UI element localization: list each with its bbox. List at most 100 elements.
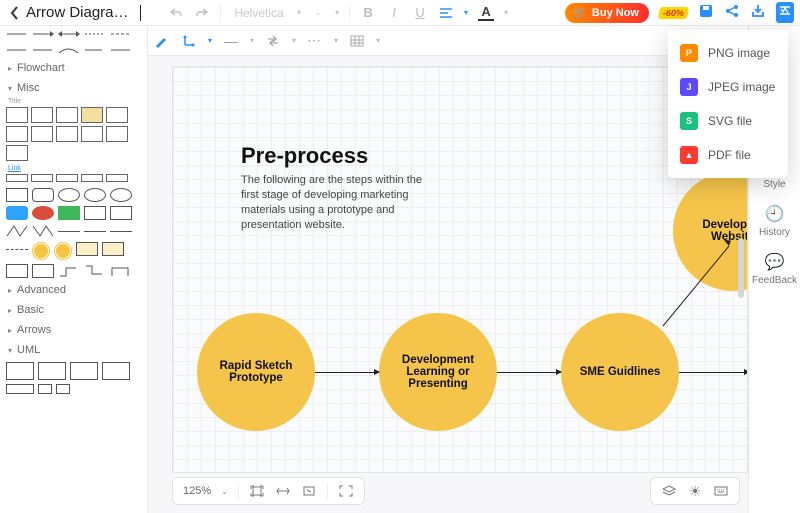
chevron-down-icon: ▾ <box>335 8 339 17</box>
theme-button[interactable]: ☀ <box>687 483 703 499</box>
export-label: PDF file <box>708 148 751 162</box>
format-toolbar: Helvetica ▾ - ▾ B I U ▾ A ▾ <box>168 5 508 21</box>
cart-icon: 🛒 <box>573 6 587 19</box>
connector[interactable] <box>497 372 561 373</box>
export-label: SVG file <box>708 114 752 128</box>
align-button[interactable] <box>438 5 454 21</box>
history-label: History <box>759 227 790 238</box>
snap-tool[interactable] <box>180 32 198 50</box>
node-label: SME Guidlines <box>580 366 661 378</box>
zoom-toolbar: 125% ⌄ <box>172 477 365 505</box>
connector-diagonal[interactable] <box>663 240 735 326</box>
shape-thumbnails[interactable] <box>0 186 147 280</box>
export-menu: P PNG image J JPEG image S SVG file ▲ PD… <box>668 30 788 178</box>
fit-page-button[interactable] <box>249 483 265 499</box>
table-tool[interactable] <box>348 32 366 50</box>
line-style-tool[interactable]: ― <box>222 32 240 50</box>
font-family-select[interactable]: Helvetica <box>231 6 287 20</box>
misc-thumbnails-2[interactable] <box>0 172 147 186</box>
export-button[interactable] <box>750 3 766 23</box>
chat-icon: 💬 <box>765 252 785 272</box>
export-jpeg[interactable]: J JPEG image <box>668 70 788 104</box>
section-basic[interactable]: ▸Basic <box>0 300 147 320</box>
fit-width-button[interactable] <box>275 483 291 499</box>
node-sme-guidelines[interactable]: SME Guidlines <box>561 313 679 431</box>
title-caret-icon <box>140 5 141 21</box>
canvas[interactable]: Pre-process The following are the steps … <box>172 66 748 473</box>
export-pdf[interactable]: ▲ PDF file <box>668 138 788 172</box>
chevron-down-icon: ▾ <box>376 36 380 45</box>
node-rapid-sketch[interactable]: Rapid Sketch Prototype <box>197 313 315 431</box>
document-title[interactable]: Arrow Diagramm <box>26 4 136 21</box>
section-arrows[interactable]: ▸Arrows <box>0 320 147 340</box>
redo-button[interactable] <box>194 5 210 21</box>
png-icon: P <box>680 44 698 62</box>
view-toolbar: ☀ <box>650 477 740 505</box>
zoom-level[interactable]: 125% <box>183 485 211 497</box>
section-label: Advanced <box>17 284 66 296</box>
section-label: Arrows <box>17 324 51 336</box>
connector[interactable] <box>315 372 379 373</box>
underline-button[interactable]: U <box>412 5 428 21</box>
undo-button[interactable] <box>168 5 184 21</box>
section-flowchart[interactable]: ▸ Flowchart <box>0 58 147 78</box>
chevron-down-icon: ⌄ <box>221 487 228 496</box>
export-svg[interactable]: S SVG file <box>668 104 788 138</box>
text-color-button[interactable]: A <box>478 5 494 21</box>
export-label: PNG image <box>708 46 770 60</box>
export-png[interactable]: P PNG image <box>668 36 788 70</box>
actual-size-button[interactable] <box>301 483 317 499</box>
font-size-select[interactable]: - <box>311 6 325 20</box>
buy-now-button[interactable]: 🛒 Buy Now <box>565 3 649 23</box>
misc-sub-title: Title <box>0 98 147 105</box>
section-label: Flowchart <box>17 62 65 74</box>
jpeg-icon: J <box>680 78 698 96</box>
bold-button[interactable]: B <box>360 5 376 21</box>
section-advanced[interactable]: ▸Advanced <box>0 280 147 300</box>
section-label: UML <box>17 344 40 356</box>
arrow-thumbnails[interactable] <box>0 26 147 42</box>
gear-icon <box>32 242 50 260</box>
triangle-down-icon: ▾ <box>8 84 12 93</box>
diagram-title[interactable]: Pre-process <box>241 143 368 169</box>
gear-icon <box>54 242 72 260</box>
section-misc[interactable]: ▾ Misc <box>0 78 147 98</box>
misc-thumbnails[interactable] <box>0 105 147 165</box>
keyboard-button[interactable] <box>713 483 729 499</box>
more-tool[interactable]: ⋯ <box>306 32 324 50</box>
fullscreen-button[interactable] <box>338 483 354 499</box>
chevron-down-icon: ▾ <box>292 36 296 45</box>
clock-icon: 🕘 <box>765 204 785 224</box>
style-label: Style <box>763 179 785 190</box>
canvas-area: Pre-process The following are the steps … <box>148 56 748 513</box>
shapes-panel: ▸ Flowchart ▾ Misc Title Link ▸Advanced … <box>0 26 148 513</box>
history-panel-button[interactable]: 🕘 History <box>759 204 790 238</box>
chevron-down-icon: ▾ <box>297 8 301 17</box>
node-label: Development Learning or Presenting <box>389 354 487 390</box>
pencil-tool[interactable] <box>152 32 170 50</box>
section-label: Misc <box>17 82 40 94</box>
chevron-down-icon: ▾ <box>334 36 338 45</box>
chevron-down-icon: ▾ <box>504 8 508 17</box>
triangle-right-icon: ▸ <box>8 64 12 73</box>
topbar: Arrow Diagramm Helvetica ▾ - ▾ B I U ▾ A… <box>0 0 800 26</box>
sale-badge: -60% <box>658 7 689 19</box>
uml-thumbnails[interactable] <box>0 360 147 396</box>
back-button[interactable] <box>6 6 24 20</box>
layers-button[interactable] <box>661 483 677 499</box>
feedback-panel-button[interactable]: 💬 FeedBack <box>752 252 797 286</box>
italic-button[interactable]: I <box>386 5 402 21</box>
share-button[interactable] <box>724 3 740 23</box>
save-button[interactable] <box>698 3 714 23</box>
diagram-description[interactable]: The following are the steps within the f… <box>241 173 431 232</box>
chevron-down-icon: ▾ <box>250 36 254 45</box>
scrollbar-thumb[interactable] <box>738 238 744 298</box>
arrow-thumbnails-2[interactable] <box>0 42 147 58</box>
swap-tool[interactable] <box>264 32 282 50</box>
node-label: Rapid Sketch Prototype <box>207 360 305 384</box>
node-development-learning[interactable]: Development Learning or Presenting <box>379 313 497 431</box>
pdf-icon: ▲ <box>680 146 698 164</box>
section-label: Basic <box>17 304 44 316</box>
present-button[interactable] <box>776 2 794 23</box>
section-uml[interactable]: ▾UML <box>0 340 147 360</box>
